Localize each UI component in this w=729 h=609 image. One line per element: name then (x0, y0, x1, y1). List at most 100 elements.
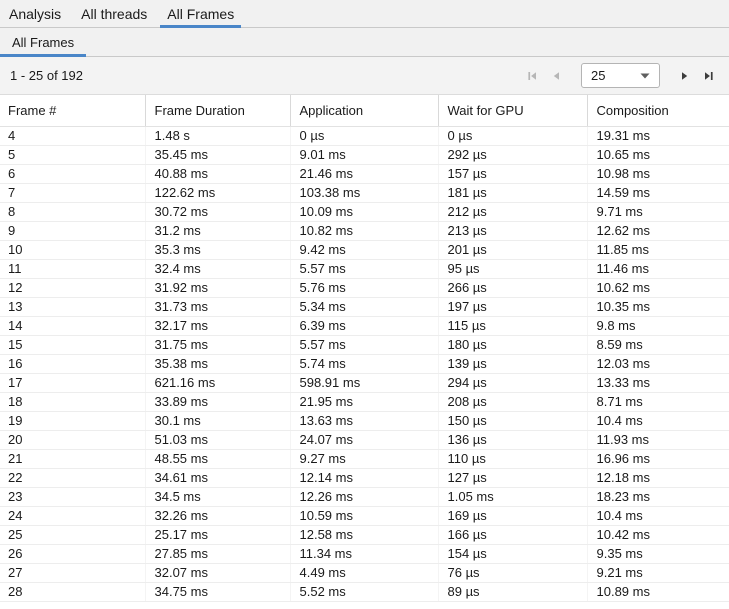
cell-application: 24.07 ms (290, 430, 438, 449)
cell-composition: 9.8 ms (587, 316, 729, 335)
cell-frame-duration: 35.38 ms (145, 354, 290, 373)
column-header-composition[interactable]: Composition (587, 95, 729, 126)
table-row[interactable]: 15 31.75 ms 5.57 ms 180 µs 8.59 ms (0, 335, 729, 354)
table-row[interactable]: 26 27.85 ms 11.34 ms 154 µs 9.35 ms (0, 544, 729, 563)
cell-frame-number: 17 (0, 373, 145, 392)
cell-composition: 16.96 ms (587, 449, 729, 468)
cell-wait-for-gpu: 197 µs (438, 297, 587, 316)
cell-composition: 10.65 ms (587, 145, 729, 164)
table-row[interactable]: 13 31.73 ms 5.34 ms 197 µs 10.35 ms (0, 297, 729, 316)
table-row[interactable]: 8 30.72 ms 10.09 ms 212 µs 9.71 ms (0, 202, 729, 221)
cell-frame-duration: 122.62 ms (145, 183, 290, 202)
table-row[interactable]: 24 32.26 ms 10.59 ms 169 µs 10.4 ms (0, 506, 729, 525)
cell-composition: 8.59 ms (587, 335, 729, 354)
frames-table: Frame # Frame Duration Application Wait … (0, 95, 729, 602)
table-row[interactable]: 22 34.61 ms 12.14 ms 127 µs 12.18 ms (0, 468, 729, 487)
column-header-wait-for-gpu[interactable]: Wait for GPU (438, 95, 587, 126)
cell-frame-number: 7 (0, 183, 145, 202)
tab-all-threads[interactable]: All threads (74, 0, 154, 27)
cell-frame-duration: 27.85 ms (145, 544, 290, 563)
cell-frame-duration: 30.72 ms (145, 202, 290, 221)
cell-application: 9.42 ms (290, 240, 438, 259)
cell-composition: 14.59 ms (587, 183, 729, 202)
cell-frame-duration: 40.88 ms (145, 164, 290, 183)
table-row[interactable]: 4 1.48 s 0 µs 0 µs 19.31 ms (0, 126, 729, 145)
cell-composition: 10.4 ms (587, 506, 729, 525)
column-header-frame-duration[interactable]: Frame Duration (145, 95, 290, 126)
previous-page-icon (549, 69, 563, 83)
table-row[interactable]: 28 34.75 ms 5.52 ms 89 µs 10.89 ms (0, 582, 729, 601)
table-row[interactable]: 25 25.17 ms 12.58 ms 166 µs 10.42 ms (0, 525, 729, 544)
subtab-all-frames[interactable]: All Frames (0, 28, 86, 56)
table-row[interactable]: 18 33.89 ms 21.95 ms 208 µs 8.71 ms (0, 392, 729, 411)
table-row[interactable]: 11 32.4 ms 5.57 ms 95 µs 11.46 ms (0, 259, 729, 278)
cell-frame-number: 24 (0, 506, 145, 525)
table-row[interactable]: 14 32.17 ms 6.39 ms 115 µs 9.8 ms (0, 316, 729, 335)
cell-frame-number: 9 (0, 221, 145, 240)
cell-application: 10.59 ms (290, 506, 438, 525)
table-row[interactable]: 27 32.07 ms 4.49 ms 76 µs 9.21 ms (0, 563, 729, 582)
table-row[interactable]: 9 31.2 ms 10.82 ms 213 µs 12.62 ms (0, 221, 729, 240)
cell-composition: 12.62 ms (587, 221, 729, 240)
table-row[interactable]: 19 30.1 ms 13.63 ms 150 µs 10.4 ms (0, 411, 729, 430)
cell-frame-duration: 30.1 ms (145, 411, 290, 430)
main-tab-bar: Analysis All threads All Frames (0, 0, 729, 28)
cell-composition: 11.85 ms (587, 240, 729, 259)
cell-wait-for-gpu: 154 µs (438, 544, 587, 563)
cell-wait-for-gpu: 150 µs (438, 411, 587, 430)
cell-wait-for-gpu: 292 µs (438, 145, 587, 164)
cell-frame-duration: 34.75 ms (145, 582, 290, 601)
cell-frame-duration: 32.17 ms (145, 316, 290, 335)
cell-frame-number: 12 (0, 278, 145, 297)
cell-composition: 12.18 ms (587, 468, 729, 487)
profiler-window: Analysis All threads All Frames All Fram… (0, 0, 729, 609)
cell-frame-number: 26 (0, 544, 145, 563)
last-page-button[interactable] (697, 64, 721, 88)
cell-frame-number: 21 (0, 449, 145, 468)
page-size-select[interactable]: 25 (581, 63, 660, 88)
table-row[interactable]: 12 31.92 ms 5.76 ms 266 µs 10.62 ms (0, 278, 729, 297)
cell-application: 0 µs (290, 126, 438, 145)
cell-frame-duration: 33.89 ms (145, 392, 290, 411)
cell-composition: 10.35 ms (587, 297, 729, 316)
column-header-application[interactable]: Application (290, 95, 438, 126)
table-row[interactable]: 5 35.45 ms 9.01 ms 292 µs 10.65 ms (0, 145, 729, 164)
cell-wait-for-gpu: 213 µs (438, 221, 587, 240)
column-header-frame-number[interactable]: Frame # (0, 95, 145, 126)
cell-wait-for-gpu: 110 µs (438, 449, 587, 468)
table-row[interactable]: 17 621.16 ms 598.91 ms 294 µs 13.33 ms (0, 373, 729, 392)
table-row[interactable]: 10 35.3 ms 9.42 ms 201 µs 11.85 ms (0, 240, 729, 259)
cell-frame-duration: 25.17 ms (145, 525, 290, 544)
cell-wait-for-gpu: 169 µs (438, 506, 587, 525)
cell-wait-for-gpu: 208 µs (438, 392, 587, 411)
table-row[interactable]: 23 34.5 ms 12.26 ms 1.05 ms 18.23 ms (0, 487, 729, 506)
cell-wait-for-gpu: 1.05 ms (438, 487, 587, 506)
tab-all-frames[interactable]: All Frames (160, 0, 241, 27)
previous-page-button[interactable] (544, 64, 568, 88)
cell-application: 6.39 ms (290, 316, 438, 335)
cell-frame-number: 27 (0, 563, 145, 582)
cell-frame-duration: 34.61 ms (145, 468, 290, 487)
cell-frame-number: 6 (0, 164, 145, 183)
cell-wait-for-gpu: 0 µs (438, 126, 587, 145)
next-page-button[interactable] (673, 64, 697, 88)
table-header: Frame # Frame Duration Application Wait … (0, 95, 729, 126)
first-page-button[interactable] (520, 64, 544, 88)
cell-frame-duration: 31.92 ms (145, 278, 290, 297)
cell-composition: 10.98 ms (587, 164, 729, 183)
tab-analysis[interactable]: Analysis (2, 0, 68, 27)
last-page-icon (702, 69, 716, 83)
table-row[interactable]: 16 35.38 ms 5.74 ms 139 µs 12.03 ms (0, 354, 729, 373)
table-row[interactable]: 20 51.03 ms 24.07 ms 136 µs 11.93 ms (0, 430, 729, 449)
cell-application: 5.76 ms (290, 278, 438, 297)
table-row[interactable]: 6 40.88 ms 21.46 ms 157 µs 10.98 ms (0, 164, 729, 183)
cell-frame-number: 11 (0, 259, 145, 278)
table-row[interactable]: 21 48.55 ms 9.27 ms 110 µs 16.96 ms (0, 449, 729, 468)
cell-composition: 11.93 ms (587, 430, 729, 449)
table-row[interactable]: 7 122.62 ms 103.38 ms 181 µs 14.59 ms (0, 183, 729, 202)
cell-frame-number: 25 (0, 525, 145, 544)
cell-wait-for-gpu: 139 µs (438, 354, 587, 373)
cell-application: 5.57 ms (290, 335, 438, 354)
cell-wait-for-gpu: 127 µs (438, 468, 587, 487)
cell-frame-number: 19 (0, 411, 145, 430)
